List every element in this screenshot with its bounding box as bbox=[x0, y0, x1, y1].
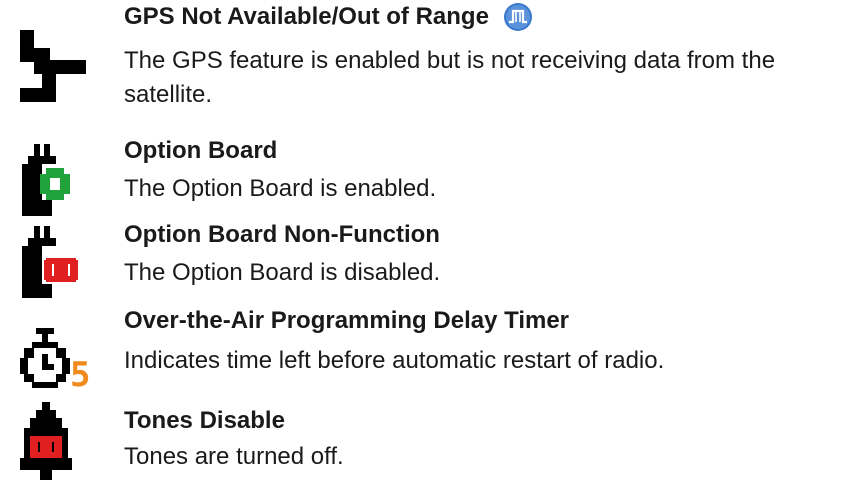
entry-description: Indicates time left before automatic res… bbox=[124, 347, 665, 374]
pulse-waveform-icon bbox=[503, 2, 533, 32]
gps-satellite-dish-icon bbox=[0, 24, 110, 104]
entry-description: The GPS feature is enabled but is not re… bbox=[124, 47, 776, 108]
timer-digit-text: 5 bbox=[70, 355, 90, 394]
ota-delay-timer-icon: 5 bbox=[0, 324, 110, 394]
option-board-enabled-icon bbox=[0, 140, 110, 220]
gps-title-text: GPS Not Available/Out of Range bbox=[124, 3, 489, 30]
option-board-disabled-icon bbox=[0, 222, 110, 302]
entry-title: Option Board bbox=[124, 137, 278, 164]
entry-description: The Option Board is enabled. bbox=[124, 175, 437, 202]
entry-title: Option Board Non-Function bbox=[124, 221, 440, 248]
entry-description: Tones are turned off. bbox=[124, 443, 344, 470]
tones-disabled-bell-icon bbox=[0, 400, 110, 484]
entry-description: The Option Board is disabled. bbox=[124, 259, 441, 286]
entry-title: GPS Not Available/Out of Range bbox=[124, 2, 533, 32]
entry-title: Over-the-Air Programming Delay Timer bbox=[124, 307, 570, 334]
entry-title: Tones Disable bbox=[124, 407, 285, 434]
